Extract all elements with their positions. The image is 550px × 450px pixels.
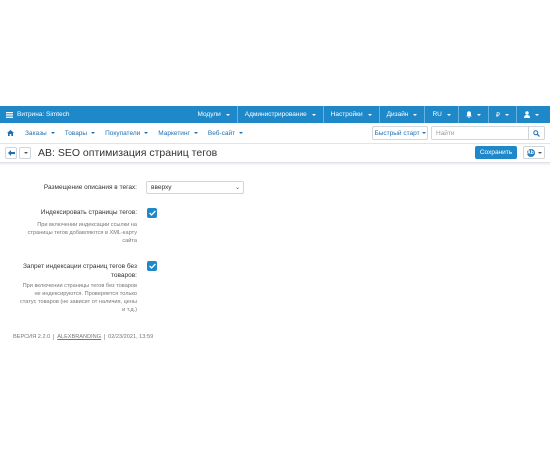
nav-marketing-label: Маркетинг [158, 129, 190, 137]
quick-start-button[interactable]: Быстрый старт [372, 126, 428, 140]
chevron-down-icon [535, 113, 539, 116]
user-icon [524, 111, 530, 118]
placement-select-value: вверху [151, 184, 172, 191]
nav-products[interactable]: Товары [60, 123, 100, 143]
chevron-down-icon [91, 132, 96, 134]
arrow-left-icon [7, 150, 15, 156]
chevron-down-icon [537, 151, 542, 154]
chevron-down-icon [239, 132, 244, 134]
checkmark-icon [148, 263, 156, 269]
index-tags-label: Индексировать страницы тегов: [40, 209, 137, 216]
quick-start-label: Быстрый старт [374, 129, 420, 137]
author-link[interactable]: ALEXBRANDING [57, 334, 101, 340]
save-button[interactable]: Сохранить [475, 146, 517, 159]
chevron-down-icon [50, 132, 55, 134]
addon-menu-button[interactable]: Ab [523, 146, 545, 159]
search-input[interactable] [431, 126, 529, 140]
chevron-down-icon [421, 132, 426, 134]
page-title: AB: SEO оптимизация страниц тегов [38, 147, 218, 159]
storefront-icon [6, 111, 13, 118]
description-line: не индексируются. Проверяется только [34, 291, 137, 297]
checkmark-icon [148, 210, 156, 216]
release-date: 02/23/2021, 13:59 [108, 334, 154, 340]
divider [104, 334, 106, 340]
chevron-down-icon [476, 113, 481, 116]
addon-footer: ВЕРСИЯ 2.2.0 ALEXBRANDING 02/23/2021, 13… [13, 334, 153, 340]
search-icon [533, 129, 540, 137]
placement-label: Размещение описания в тегах: [43, 184, 137, 191]
nav-orders[interactable]: Заказы [20, 123, 60, 143]
chevron-down-icon [446, 113, 451, 116]
home-icon [7, 130, 14, 136]
chevron-down-icon [367, 113, 372, 116]
nav-customers-label: Покупатели [105, 129, 141, 137]
menu-administration-label: Администрирование [244, 111, 307, 118]
menu-settings[interactable]: Настройки [324, 106, 379, 123]
chevron-down-icon [144, 132, 149, 134]
label-line: товаров: [110, 272, 137, 279]
noindex-empty-tags-description: При включении страницы тегов без товаров… [6, 282, 137, 314]
chevron-down-icon [225, 113, 230, 116]
addon-logo-icon: Ab [526, 148, 535, 157]
header-shadow [0, 163, 550, 166]
version-text: ВЕРСИЯ 2.2.0 [13, 334, 51, 340]
menu-settings-label: Настройки [330, 111, 363, 118]
index-tags-description: При включении индексации ссылки на стран… [10, 221, 137, 245]
chevron-down-icon [505, 113, 509, 116]
nav-website[interactable]: Веб-сайт [203, 123, 248, 143]
index-tags-checkbox[interactable] [147, 208, 157, 218]
description-line: статус товаров (не зависит от наличия, ц… [19, 299, 137, 305]
placement-select[interactable]: вверху ⌄ [146, 181, 244, 194]
currency-label: ₽ [495, 111, 500, 119]
noindex-empty-tags-checkbox[interactable] [147, 261, 157, 271]
page-actions-dropdown[interactable] [19, 147, 31, 159]
menu-modules[interactable]: Модули [190, 106, 236, 123]
language-switcher[interactable]: RU [425, 106, 457, 123]
menu-design[interactable]: Дизайн [380, 106, 425, 123]
label-line: Запрет индексации страниц тегов без [23, 263, 137, 270]
menu-design-label: Дизайн [386, 111, 409, 118]
chevron-down-icon [311, 113, 316, 116]
description-line: При включении индексации ссылки на [37, 222, 137, 228]
language-label: RU [432, 111, 442, 118]
storefront-label: Витрина: Simtech [17, 111, 70, 118]
description-line: и т.д.) [122, 307, 137, 313]
search-button[interactable] [529, 126, 545, 140]
chevron-down-icon [413, 113, 418, 116]
nav-customers[interactable]: Покупатели [100, 123, 153, 143]
back-button[interactable] [5, 147, 17, 159]
nav-home[interactable] [5, 123, 20, 143]
chevron-down-icon [24, 152, 28, 154]
nav-products-label: Товары [64, 129, 88, 137]
chevron-down-icon: ⌄ [234, 185, 240, 191]
chevron-down-icon [193, 132, 198, 134]
storefront-switcher[interactable]: Витрина: Simtech [6, 106, 70, 123]
nav-orders-label: Заказы [25, 129, 47, 137]
description-line: страницы тегов добавляются в XML-карту [27, 230, 137, 236]
currency-switcher[interactable]: ₽ [489, 106, 516, 123]
nav-marketing[interactable]: Маркетинг [153, 123, 203, 143]
nav-website-label: Веб-сайт [207, 129, 236, 137]
top-admin-bar: Витрина: Simtech Модули Администрировани… [0, 106, 550, 123]
description-line: сайта [122, 238, 137, 244]
divider [53, 334, 55, 340]
description-line: При включении страницы тегов без товаров [22, 283, 137, 289]
bell-icon [466, 111, 472, 118]
menu-administration[interactable]: Администрирование [238, 106, 323, 123]
user-menu[interactable] [517, 106, 546, 123]
noindex-empty-tags-label: Запрет индексации страниц тегов без това… [10, 262, 137, 280]
notifications-menu[interactable] [459, 106, 488, 123]
menu-modules-label: Модули [197, 111, 221, 118]
